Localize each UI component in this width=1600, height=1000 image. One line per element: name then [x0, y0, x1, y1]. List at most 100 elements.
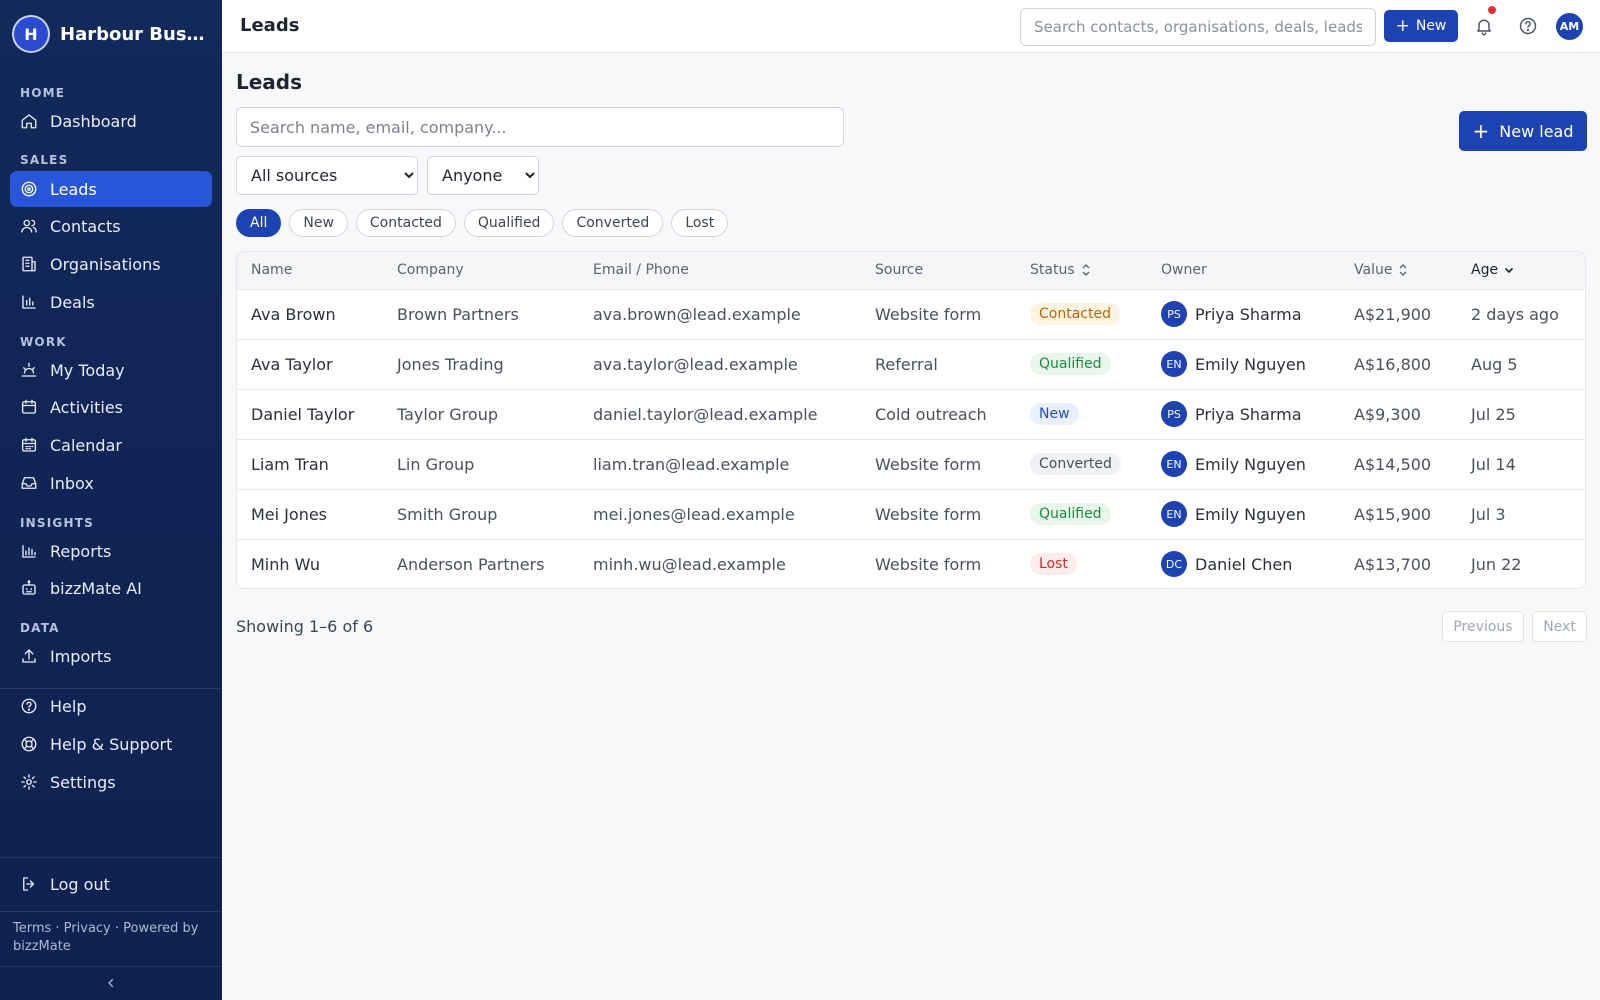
column-header-source[interactable]: Source	[861, 252, 1016, 289]
lead-owner: Emily Nguyen	[1195, 454, 1306, 474]
lead-name[interactable]: Ava Brown	[237, 289, 383, 339]
sidebar-item-dashboard[interactable]: Dashboard	[10, 103, 212, 139]
new-lead-button[interactable]: + New lead	[1459, 111, 1587, 151]
nav-section-data: DATA	[20, 621, 60, 635]
column-header-name[interactable]: Name	[237, 252, 383, 289]
lead-email[interactable]: ava.taylor@lead.example	[579, 339, 861, 389]
chip-lost[interactable]: Lost	[671, 209, 729, 237]
sidebar-item-inbox[interactable]: Inbox	[10, 465, 212, 501]
lead-value: A$13,700	[1354, 554, 1432, 574]
lead-name[interactable]: Liam Tran	[237, 439, 383, 489]
sidebar-item-bizzmate-ai[interactable]: bizzMate AI	[10, 570, 212, 606]
previous-page-button[interactable]: Previous	[1442, 611, 1524, 642]
lead-source: Website form	[875, 454, 982, 474]
chip-qualified[interactable]: Qualified	[463, 209, 555, 237]
table-row[interactable]: Minh Wu Anderson Partners minh.wu@lead.exa…	[237, 539, 1585, 588]
sidebar-item-activities[interactable]: Activities	[10, 389, 212, 425]
owner-filter-select[interactable]: Anyone	[427, 156, 539, 195]
sidebar-item-calendar[interactable]: Calendar	[10, 427, 212, 463]
sidebar-item-my-today[interactable]: My Today	[10, 352, 212, 388]
bell-icon	[1477, 19, 1491, 36]
chip-all[interactable]: All	[236, 209, 282, 237]
brand-logo: H	[14, 17, 48, 51]
brand[interactable]: H Harbour Business	[0, 0, 222, 68]
lead-age: 2 days ago	[1471, 304, 1559, 324]
table-row[interactable]: Ava Taylor Jones Trading ava.taylor@lead.e…	[237, 339, 1585, 389]
lead-age: Jul 14	[1471, 454, 1516, 474]
lead-name[interactable]: Ava Taylor	[237, 339, 383, 389]
bar-chart-icon	[22, 295, 36, 309]
sidebar-item-organisations[interactable]: Organisations	[10, 246, 212, 282]
owner-avatar: EN	[1161, 351, 1187, 377]
sidebar-item-label: Inbox	[50, 473, 94, 493]
sidebar-item-leads[interactable]: Leads	[10, 171, 212, 207]
leads-table: Name Company Email / Phone Source Status…	[236, 251, 1586, 589]
new-button[interactable]: + New	[1384, 10, 1458, 42]
lead-name[interactable]: Mei Jones	[237, 489, 383, 539]
sidebar-item-label: Leads	[50, 179, 97, 199]
lead-value: A$15,900	[1354, 504, 1432, 524]
lead-age: Jun 22	[1471, 554, 1522, 574]
help-button[interactable]	[1516, 14, 1540, 38]
chip-converted[interactable]: Converted	[562, 209, 664, 237]
column-header-age[interactable]: Age	[1457, 252, 1585, 289]
lead-source: Website form	[875, 304, 982, 324]
table-row[interactable]: Mei Jones Smith Group mei.jones@lead.examp…	[237, 489, 1585, 539]
lead-age: Jul 25	[1471, 404, 1516, 424]
lead-email[interactable]: liam.tran@lead.example	[579, 439, 861, 489]
column-header-label: Age	[1471, 262, 1499, 279]
lead-name[interactable]: Daniel Taylor	[237, 389, 383, 439]
sidebar-item-help[interactable]: Help	[10, 688, 212, 724]
logout-button[interactable]: Log out	[10, 866, 212, 902]
status-badge: Qualified	[1030, 353, 1111, 375]
table-row[interactable]: Liam Tran Lin Group liam.tran@lead.example…	[237, 439, 1585, 489]
page-title: Leads	[236, 70, 303, 94]
column-header-owner[interactable]: Owner	[1147, 252, 1340, 289]
nav-section-insights: INSIGHTS	[20, 516, 94, 530]
lead-email[interactable]: mei.jones@lead.example	[579, 489, 861, 539]
users-icon	[21, 219, 37, 233]
chip-contacted[interactable]: Contacted	[355, 209, 456, 237]
table-row[interactable]: Daniel Taylor Taylor Group daniel.taylor@l…	[237, 389, 1585, 439]
sidebar-item-settings[interactable]: Settings	[10, 764, 212, 800]
sidebar-item-contacts[interactable]: Contacts	[10, 208, 212, 244]
lead-source: Cold outreach	[875, 404, 987, 424]
sidebar-footer-links[interactable]: Terms · Privacy · Powered by bizzMate	[13, 920, 213, 956]
sidebar-item-label: Activities	[50, 397, 123, 417]
status-badge: New	[1030, 403, 1079, 425]
sidebar-item-imports[interactable]: Imports	[10, 638, 212, 674]
chevron-left-icon	[108, 978, 114, 988]
lead-search-input[interactable]	[236, 107, 844, 147]
source-filter-select[interactable]: All sources	[236, 156, 418, 195]
lead-name[interactable]: Minh Wu	[237, 539, 383, 588]
global-search-input[interactable]	[1020, 8, 1376, 46]
next-page-button[interactable]: Next	[1532, 611, 1587, 642]
lead-email[interactable]: minh.wu@lead.example	[579, 539, 861, 588]
sidebar-item-deals[interactable]: Deals	[10, 284, 212, 320]
sidebar-item-label: Contacts	[50, 216, 121, 236]
sidebar-item-reports[interactable]: Reports	[10, 533, 212, 569]
lead-owner: Emily Nguyen	[1195, 504, 1306, 524]
column-header-value[interactable]: Value	[1340, 252, 1457, 289]
lead-owner: Emily Nguyen	[1195, 354, 1306, 374]
lead-company: Smith Group	[397, 504, 498, 524]
lead-value: A$9,300	[1354, 404, 1421, 424]
column-header-status[interactable]: Status	[1016, 252, 1147, 289]
column-header-email-phone[interactable]: Email / Phone	[579, 252, 861, 289]
chip-new[interactable]: New	[289, 209, 348, 237]
collapse-sidebar-button[interactable]	[0, 966, 222, 1000]
topbar-title: Leads	[240, 15, 300, 36]
lead-owner-cell: PS Priya Sharma	[1147, 289, 1340, 339]
home-icon	[21, 114, 37, 129]
user-avatar[interactable]: AM	[1556, 13, 1583, 40]
lead-email[interactable]: daniel.taylor@lead.example	[579, 389, 861, 439]
lead-status-cell: New	[1016, 389, 1147, 439]
calendar-check-icon	[21, 399, 37, 414]
status-badge: Converted	[1030, 453, 1121, 475]
notifications-button[interactable]	[1472, 6, 1496, 38]
sidebar-item-help-support[interactable]: Help & Support	[10, 726, 212, 762]
sidebar-item-label: Settings	[50, 772, 116, 792]
column-header-company[interactable]: Company	[383, 252, 579, 289]
lead-email[interactable]: ava.brown@lead.example	[579, 289, 861, 339]
table-row[interactable]: Ava Brown Brown Partners ava.brown@lead.ex…	[237, 289, 1585, 339]
